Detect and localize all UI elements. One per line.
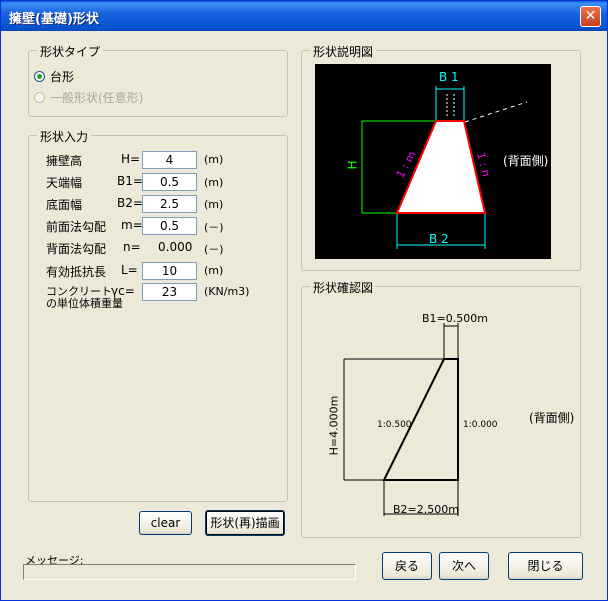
field-unit-height: (m): [204, 153, 224, 166]
explain-diagram-canvas: B 1 H 1 : m 1 : n B 2 (背面側): [315, 64, 551, 259]
effective-length-input[interactable]: 10: [142, 262, 197, 280]
radio-disabled-icon: [34, 92, 45, 103]
b1-dimension-icon: [435, 86, 465, 122]
field-unit-back-slope: (－): [204, 243, 224, 256]
confirm-back-slope-label: 1:0.000: [463, 420, 498, 430]
next-button[interactable]: 次へ: [439, 552, 489, 580]
back-button[interactable]: 戻る: [382, 552, 432, 580]
explain-b1-label: B 1: [439, 70, 459, 84]
explain-diagram-legend: 形状説明図: [310, 43, 377, 60]
top-width-input[interactable]: 0.5: [142, 173, 197, 191]
field-unit-front-slope: (－): [204, 221, 224, 234]
shape-input-legend: 形状入力: [37, 128, 92, 145]
field-label-height: 擁壁高: [46, 154, 83, 168]
bottom-width-input[interactable]: 2.5: [142, 195, 197, 213]
field-var-height: H=: [121, 152, 141, 166]
backfill-dashed-line: [464, 101, 528, 123]
title-bar: 擁壁(基礎)形状 ✕: [1, 1, 607, 31]
explain-h-label: H: [345, 160, 360, 170]
field-var-effective-length: L=: [121, 263, 138, 277]
field-unit-unit-weight: (KN/m3): [204, 285, 250, 298]
field-label-effective-length: 有効抵抗長: [46, 265, 107, 279]
field-var-bottom-width: B2=: [117, 196, 143, 210]
radio-general-shape: 一般形状(任意形): [34, 89, 143, 106]
field-label-front-slope: 前面法勾配: [46, 220, 107, 234]
explain-back-side-label: (背面側): [503, 154, 549, 168]
field-label-top-width: 天端幅: [46, 176, 83, 190]
field-unit-top-width: (m): [204, 176, 224, 189]
radio-trapezoid-label: 台形: [50, 70, 75, 84]
message-box: [23, 564, 356, 580]
field-var-front-slope: m=: [121, 218, 143, 232]
dialog-window: 擁壁(基礎)形状 ✕ 形状タイプ 台形 一般形状(任意形) 形状入力 擁壁高 H…: [0, 0, 608, 601]
confirm-front-slope-label: 1:0.500: [377, 420, 412, 430]
clear-button[interactable]: clear: [139, 511, 192, 535]
window-title: 擁壁(基礎)形状: [9, 12, 99, 27]
confirm-back-side-label: (背面側): [529, 411, 575, 425]
field-var-unit-weight: γc=: [111, 284, 135, 298]
field-var-top-width: B1=: [117, 174, 143, 188]
confirm-diagram-legend: 形状確認図: [310, 279, 377, 296]
radio-checked-icon[interactable]: [34, 71, 45, 82]
redraw-button[interactable]: 形状(再)描画: [205, 510, 285, 536]
height-input[interactable]: 4: [142, 151, 197, 169]
field-unit-bottom-width: (m): [204, 198, 224, 211]
explain-b2-label: B 2: [429, 232, 449, 246]
unit-weight-input[interactable]: 23: [142, 283, 197, 301]
radio-general-label: 一般形状(任意形): [50, 91, 144, 105]
field-unit-effective-length: (m): [204, 264, 224, 277]
close-window-button[interactable]: ✕: [580, 6, 601, 27]
confirm-b1-label: B1=0.500m: [422, 312, 488, 325]
radio-trapezoid[interactable]: 台形: [34, 68, 74, 85]
close-button[interactable]: 閉じる: [508, 552, 583, 580]
field-label-back-slope: 背面法勾配: [46, 242, 107, 256]
shape-type-legend: 形状タイプ: [37, 43, 104, 60]
confirm-b2-label: B2=2.500m: [393, 503, 459, 516]
front-slope-input[interactable]: 0.5: [142, 217, 197, 235]
field-var-back-slope: n=: [123, 240, 141, 254]
field-label-bottom-width: 底面幅: [46, 198, 83, 212]
back-slope-value: 0.000: [158, 240, 193, 254]
confirm-h-label: H=4.000m: [327, 395, 341, 456]
